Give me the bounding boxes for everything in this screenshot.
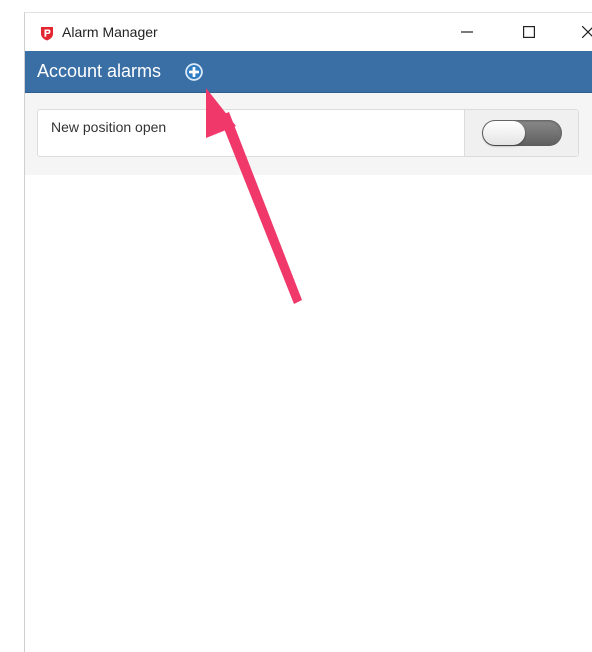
minimize-button[interactable] — [444, 13, 490, 51]
close-button[interactable] — [565, 13, 592, 51]
toggle-cell — [464, 110, 578, 156]
maximize-icon — [523, 26, 535, 38]
plus-circle-icon[interactable] — [185, 63, 203, 81]
minimize-icon — [461, 31, 473, 33]
header-title: Account alarms — [37, 61, 162, 81]
alarm-label: New position open — [51, 119, 167, 135]
title-bar: Alarm Manager — [25, 13, 592, 51]
account-alarms-header: Account alarms — [25, 51, 592, 93]
alarm-manager-window: Alarm Manager Account alarms New positio… — [24, 12, 592, 652]
list-item: New position open — [37, 109, 579, 157]
close-icon — [582, 26, 592, 38]
app-logo-icon — [41, 27, 53, 41]
maximize-button[interactable] — [506, 13, 552, 51]
toggle-knob[interactable] — [483, 121, 525, 145]
alarm-toggle[interactable] — [482, 120, 562, 146]
alarm-list: New position open — [25, 93, 592, 175]
window-title: Alarm Manager — [62, 24, 158, 40]
